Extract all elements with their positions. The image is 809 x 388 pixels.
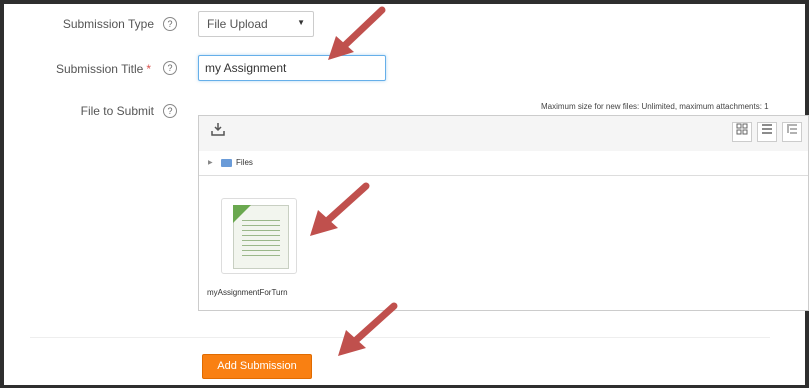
- submission-type-label: Submission Type: [62, 17, 154, 31]
- tree-view-icon[interactable]: [782, 122, 802, 142]
- file-picker-toolbar: [199, 116, 808, 152]
- list-view-icon[interactable]: [757, 122, 777, 142]
- add-submission-button[interactable]: Add Submission: [202, 354, 312, 379]
- grid-view-icon[interactable]: [732, 122, 752, 142]
- help-icon[interactable]: ?: [163, 104, 177, 118]
- max-size-note: Maximum size for new files: Unlimited, m…: [541, 102, 769, 111]
- required-icon: *: [146, 62, 151, 76]
- file-name[interactable]: myAssignmentForTurn: [207, 288, 288, 297]
- submission-type-select[interactable]: File Upload ▼: [198, 11, 314, 37]
- help-icon[interactable]: ?: [163, 17, 177, 31]
- file-to-submit-label: File to Submit: [80, 104, 154, 118]
- help-icon[interactable]: ?: [163, 61, 177, 75]
- document-icon: [233, 205, 289, 269]
- breadcrumb: ▶ Files: [199, 151, 808, 176]
- chevron-down-icon: ▼: [297, 18, 305, 27]
- folder-icon: [221, 159, 232, 167]
- arrow-icon: [338, 302, 398, 356]
- breadcrumb-folder-label[interactable]: Files: [236, 158, 253, 167]
- arrow-icon: [328, 6, 386, 60]
- triangle-right-icon[interactable]: ▶: [208, 159, 213, 166]
- file-picker: ▶ Files myAssignmentForTurn: [198, 115, 809, 311]
- submission-title-label: Submission Title *: [55, 62, 151, 76]
- arrow-icon: [310, 182, 370, 236]
- download-icon[interactable]: [207, 122, 229, 142]
- file-tile[interactable]: [221, 198, 297, 274]
- submission-type-value: File Upload: [207, 17, 268, 31]
